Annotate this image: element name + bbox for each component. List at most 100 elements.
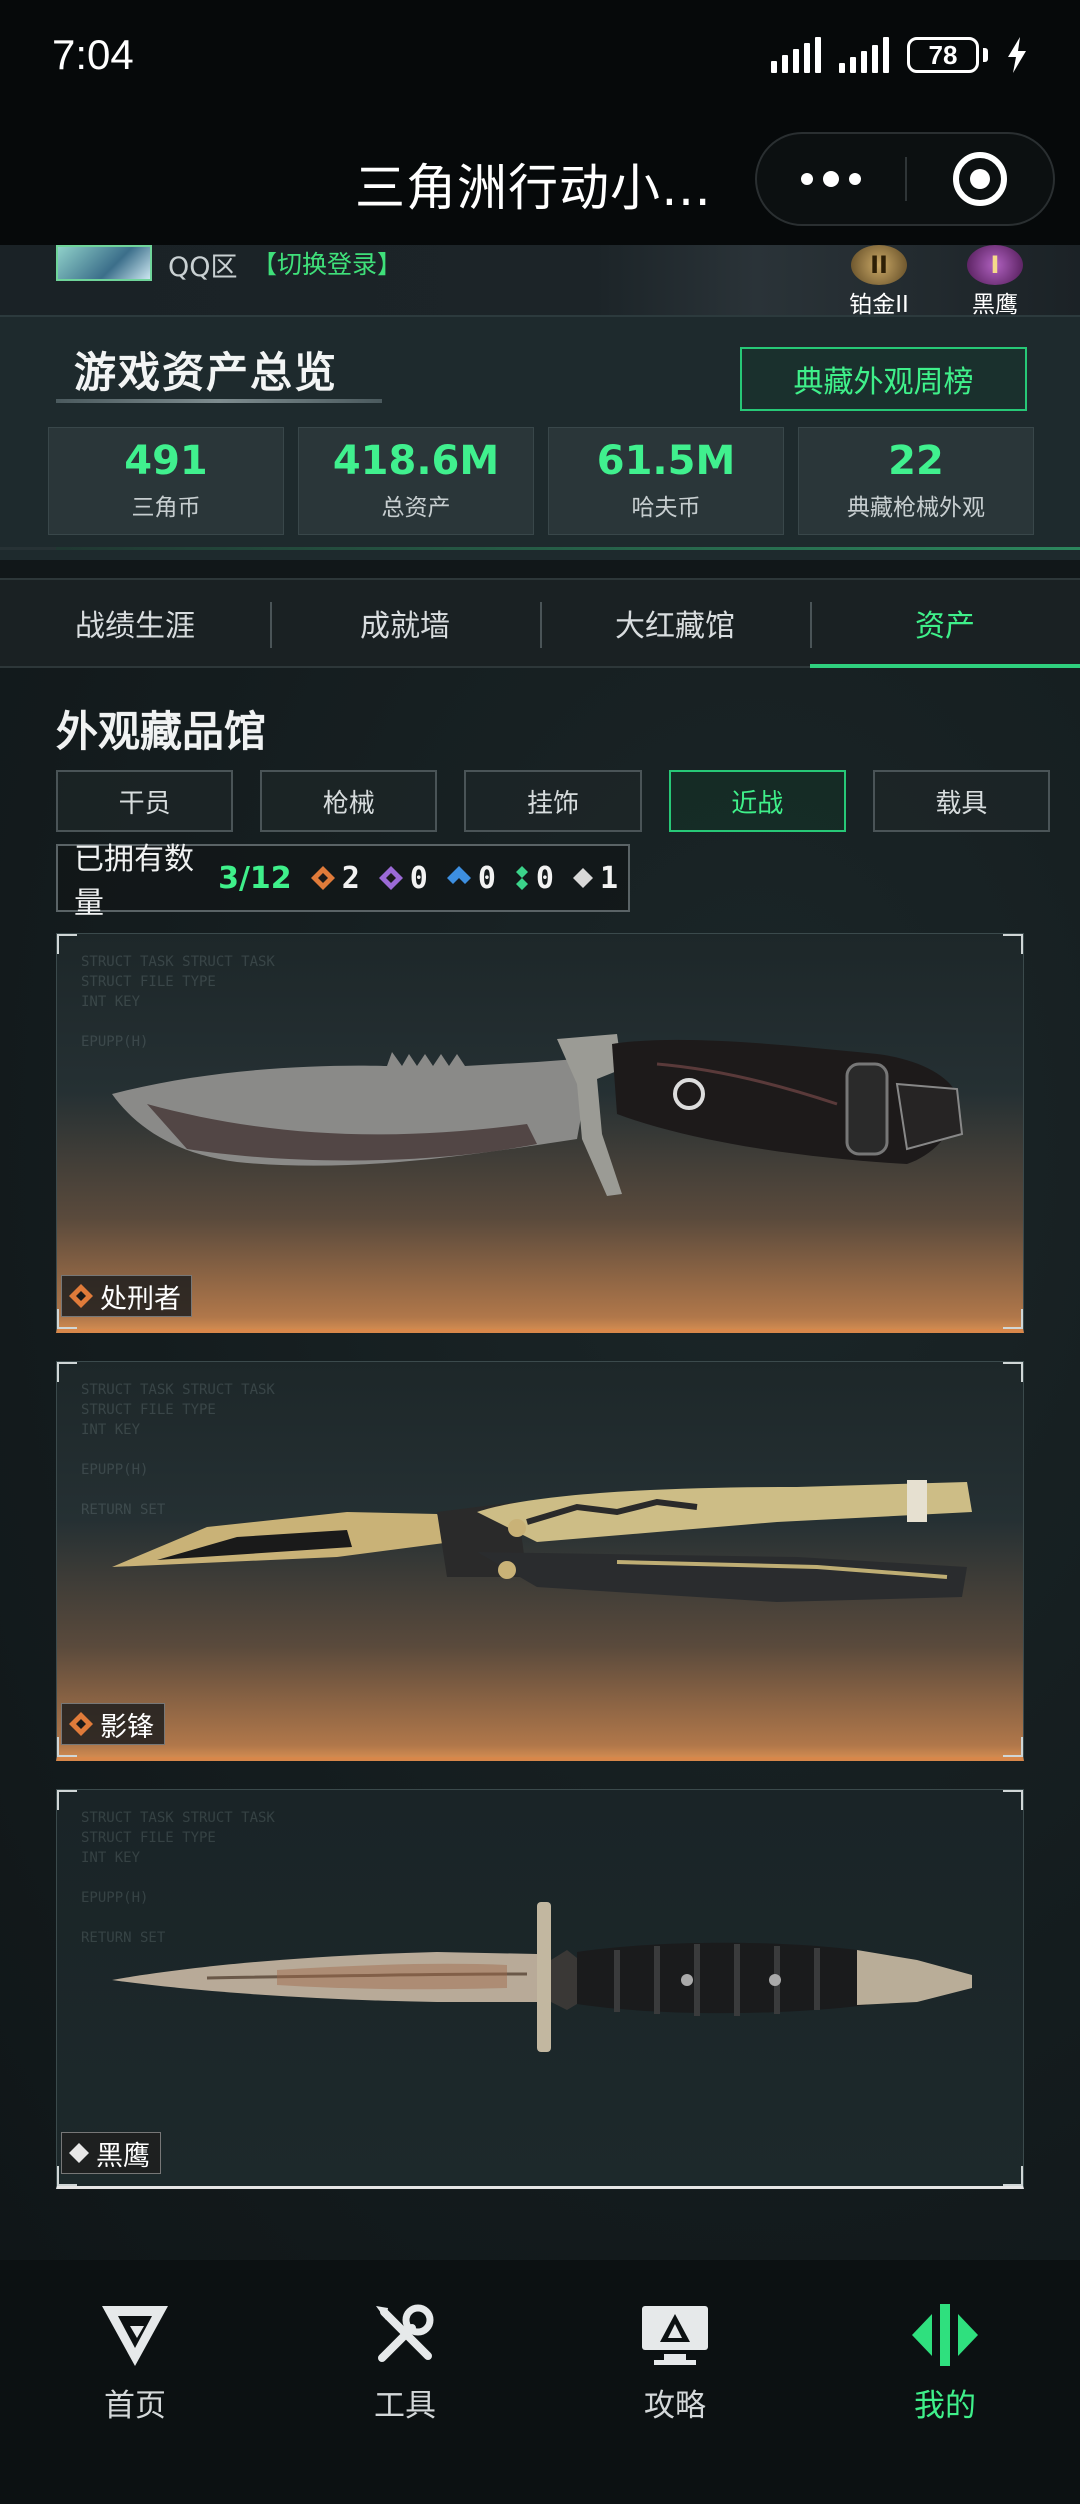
nav-tools[interactable]: 工具 [270, 2260, 540, 2504]
switch-login-link[interactable]: 【切换登录】 [252, 245, 402, 281]
page-title: 三角洲行动小… [355, 159, 712, 217]
nav-guide[interactable]: 攻略 [540, 2260, 810, 2504]
capsule-menu [755, 132, 1055, 226]
item-name-tag: 黑鹰 [61, 2132, 161, 2174]
rarity-count-purple: 0 [378, 861, 428, 896]
stat-value: 61.5M [596, 438, 736, 484]
rank-emblem-icon: I [967, 245, 1023, 285]
rarity-count: 0 [535, 860, 554, 896]
tab-assets[interactable]: 资产 [810, 580, 1080, 668]
stat-haf-coin: 61.5M 哈夫币 [548, 427, 784, 535]
stats-row: 491 三角币 418.6M 总资产 61.5M 哈夫币 22 典藏枪械外观 [48, 427, 1034, 535]
stat-value: 22 [888, 438, 944, 484]
profile-tabs: 战绩生涯 成就墙 大红藏馆 资产 [0, 578, 1080, 668]
purple-rarity-icon [378, 866, 403, 890]
owned-count: 3/12 [218, 860, 292, 896]
rarity-count: 0 [477, 860, 496, 896]
nav-label: 我的 [914, 2388, 976, 2424]
orange-rarity-icon [310, 866, 335, 890]
guide-icon [642, 2306, 708, 2365]
signal-icon-2 [839, 37, 889, 73]
nav-home[interactable]: 首页 [0, 2260, 270, 2504]
rarity-count: 1 [599, 860, 618, 896]
green-rarity-icon [515, 866, 528, 890]
stat-value: 491 [124, 438, 208, 484]
status-time: 7:04 [52, 31, 134, 78]
filter-weapons[interactable]: 枪械 [260, 770, 438, 832]
owned-label: 已拥有数量 [74, 842, 194, 921]
signal-icon [771, 37, 821, 73]
stat-label: 典藏枪械外观 [847, 495, 985, 521]
collection-ranking-button[interactable]: 典藏外观周榜 [740, 347, 1027, 411]
item-name: 处刑者 [100, 1283, 181, 1315]
nav-label: 工具 [374, 2388, 436, 2424]
item-name-tag: 影锋 [61, 1703, 165, 1745]
avatar[interactable] [56, 245, 152, 281]
item-name: 黑鹰 [96, 2140, 150, 2172]
more-icon[interactable] [757, 171, 905, 187]
category-filters: 干员 枪械 挂饰 近战 载具 [56, 770, 1051, 832]
asset-overview-panel: 游戏资产总览 典藏外观周榜 491 三角币 418.6M 总资产 61.5M 哈… [0, 315, 1080, 560]
battery-level: 78 [907, 37, 979, 73]
rarity-count-orange: 2 [310, 861, 360, 896]
filter-vehicles[interactable]: 载具 [872, 770, 1051, 832]
orange-rarity-icon [69, 1284, 93, 1308]
stat-delta-coin: 491 三角币 [48, 427, 284, 535]
profile-logo-icon [912, 2304, 978, 2366]
item-card-executioner[interactable]: STRUCT TASK STRUCT TASK STRUCT FILE TYPE I… [56, 933, 1024, 1333]
stat-weapon-skins: 22 典藏枪械外观 [798, 427, 1034, 535]
item-name-tag: 处刑者 [61, 1275, 192, 1317]
orange-rarity-icon [69, 1712, 93, 1736]
white-rarity-icon [69, 2143, 89, 2163]
overview-title: 游戏资产总览 [74, 348, 339, 397]
shadow-blade-knife-image [112, 1480, 972, 1602]
close-target-icon[interactable] [907, 151, 1053, 207]
tools-icon [376, 2304, 434, 2362]
home-logo-icon [102, 2306, 168, 2366]
filter-operators[interactable]: 干员 [56, 770, 234, 832]
title-underline [56, 399, 382, 403]
rarity-count: 0 [409, 860, 428, 896]
item-card-shadow-blade[interactable]: STRUCT TASK STRUCT TASK STRUCT FILE TYPE I… [56, 1361, 1024, 1761]
nav-label: 首页 [104, 2388, 166, 2424]
bottom-nav: 首页 工具 攻略 我的 [0, 2260, 1080, 2504]
rank-badge-platinum: II 铂金II [842, 245, 916, 315]
tab-career[interactable]: 战绩生涯 [0, 580, 270, 666]
nav-mine[interactable]: 我的 [810, 2260, 1080, 2504]
item-name: 影锋 [100, 1711, 154, 1743]
rank-label: 黑鹰 [972, 292, 1018, 315]
black-hawk-knife-image [112, 1902, 972, 2052]
collection-content: 外观藏品馆 干员 枪械 挂饰 近战 载具 已拥有数量 3/12 2 0 0 0 … [0, 668, 1080, 2260]
battery-icon: 78 [907, 37, 988, 73]
rank-label: 铂金II [849, 292, 909, 315]
profile-strip: QQ区 【切换登录】 II 铂金II I 黑鹰 [0, 245, 1080, 315]
rank-badge-blackhawk: I 黑鹰 [958, 245, 1032, 315]
status-icons: 78 [771, 37, 1028, 73]
rarity-count-white: 1 [572, 861, 618, 896]
executioner-knife-image [112, 1034, 964, 1196]
owned-count-bar: 已拥有数量 3/12 2 0 0 0 1 [56, 842, 630, 921]
filter-melee[interactable]: 近战 [668, 770, 846, 832]
item-card-black-hawk[interactable]: STRUCT TASK STRUCT TASK STRUCT FILE TYPE I… [56, 1789, 1024, 2189]
section-title: 外观藏品馆 [56, 707, 267, 756]
rank-emblem-icon: II [851, 245, 907, 285]
charging-icon [1008, 37, 1026, 73]
blue-rarity-icon [446, 866, 471, 884]
rarity-count-green: 0 [514, 861, 554, 896]
mini-program-titlebar: 三角洲行动小… [0, 110, 1080, 245]
stat-total-assets: 418.6M 总资产 [298, 427, 534, 535]
white-rarity-icon [572, 868, 593, 888]
status-bar: 7:04 78 [0, 0, 1080, 110]
tab-achievements[interactable]: 成就墙 [270, 580, 540, 666]
tab-red-collection[interactable]: 大红藏馆 [540, 580, 810, 666]
rarity-count: 2 [341, 860, 360, 896]
stat-label: 哈夫币 [631, 495, 701, 521]
panel-divider [0, 547, 1080, 550]
zone-label: QQ区 [168, 252, 238, 283]
rarity-count-blue: 0 [446, 861, 496, 896]
stat-label: 总资产 [381, 495, 451, 521]
stat-value: 418.6M [332, 438, 500, 484]
nav-label: 攻略 [644, 2388, 706, 2424]
filter-charms[interactable]: 挂饰 [464, 770, 642, 832]
stat-label: 三角币 [131, 495, 201, 521]
